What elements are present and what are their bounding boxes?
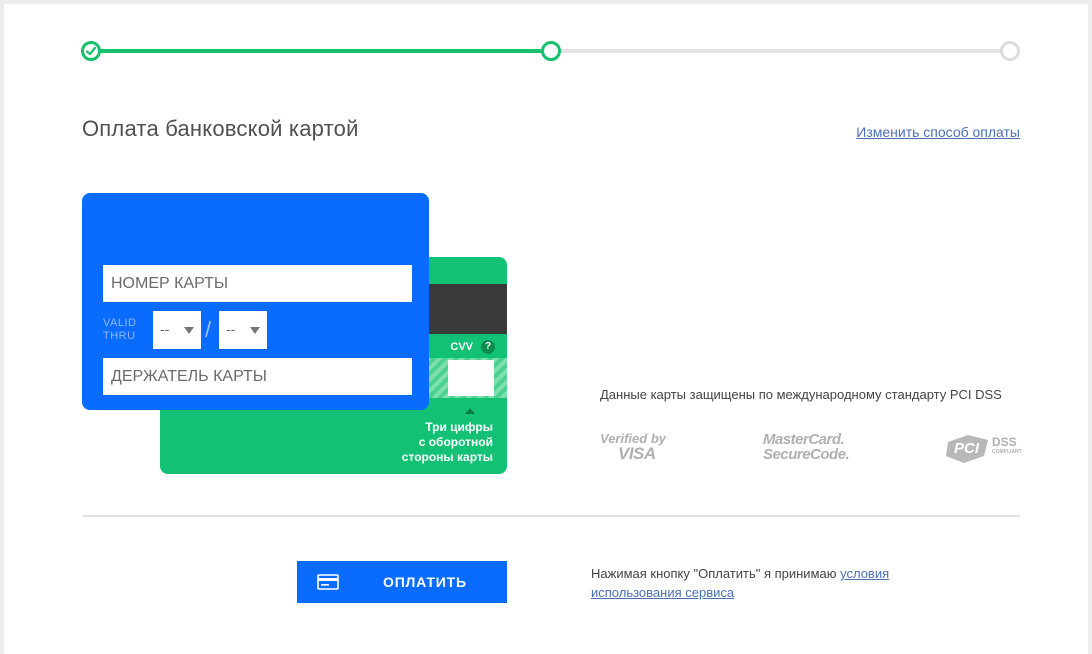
pci-main-text: PCI	[954, 440, 980, 457]
valid-thru-line-2: THRU	[103, 330, 136, 342]
terms-link-part-1[interactable]: условия	[840, 566, 889, 581]
card-front: VALID THRU -- / --	[82, 193, 429, 410]
visa-line-2: VISA	[618, 444, 656, 463]
pci-dss-logo: PCI DSS COMPLIANT	[946, 434, 1022, 469]
valid-thru-label: VALID THRU	[103, 317, 136, 343]
section-divider	[82, 515, 1020, 517]
credit-card-icon	[317, 574, 339, 590]
expiry-year-value: --	[226, 321, 236, 337]
pay-button[interactable]: ОПЛАТИТЬ	[297, 561, 507, 603]
card-holder-input[interactable]	[103, 358, 412, 395]
cvv-label: CVV	[450, 341, 473, 353]
page-title: Оплата банковской картой	[82, 116, 359, 141]
security-notice: Данные карты защищены по международному …	[600, 387, 1002, 402]
chevron-down-icon	[250, 327, 260, 334]
mc-line-1: MasterCard.	[763, 431, 845, 448]
mastercard-securecode-logo: MasterCard. SecureCode.	[763, 431, 850, 463]
pci-compliant-text: COMPLIANT	[992, 449, 1022, 455]
card-number-input[interactable]	[103, 265, 412, 302]
step-1-completed	[81, 41, 101, 61]
cvv-hint: Три цифры с оборотной стороны карты	[373, 420, 493, 465]
mc-line-2: SecureCode.	[763, 446, 850, 463]
step-2-current	[541, 41, 561, 61]
expiry-separator: /	[205, 317, 212, 342]
expiry-year-select[interactable]: --	[219, 311, 267, 349]
change-payment-method-link[interactable]: Изменить способ оплаты	[856, 124, 1020, 140]
expiry-month-value: --	[160, 321, 170, 337]
chevron-down-icon	[184, 327, 194, 334]
cvv-hint-line-2: с оборотной	[418, 435, 493, 449]
cvv-hint-line-3: стороны карты	[401, 450, 493, 464]
stepper-track-pending	[558, 49, 1004, 53]
verified-by-visa-logo: Verified by VISA	[600, 431, 666, 463]
terms-notice: Нажимая кнопку "Оплатить" я принимаю усл…	[591, 564, 921, 602]
cvv-input[interactable]	[448, 360, 494, 396]
checkmark-icon	[85, 46, 97, 56]
terms-link-part-2[interactable]: использования сервиса	[591, 585, 734, 600]
terms-text: Нажимая кнопку "Оплатить" я принимаю	[591, 566, 841, 581]
cvv-pointer-arrow	[465, 408, 475, 414]
step-3-pending	[1000, 41, 1020, 61]
stepper-track-completed	[98, 49, 544, 53]
cvv-hint-line-1: Три цифры	[425, 420, 493, 434]
valid-thru-line-1: VALID	[103, 317, 137, 329]
pay-button-label: ОПЛАТИТЬ	[383, 574, 467, 590]
cvv-help-icon[interactable]: ?	[481, 340, 495, 354]
pci-dss-text: DSS	[992, 435, 1017, 449]
expiry-month-select[interactable]: --	[153, 311, 201, 349]
